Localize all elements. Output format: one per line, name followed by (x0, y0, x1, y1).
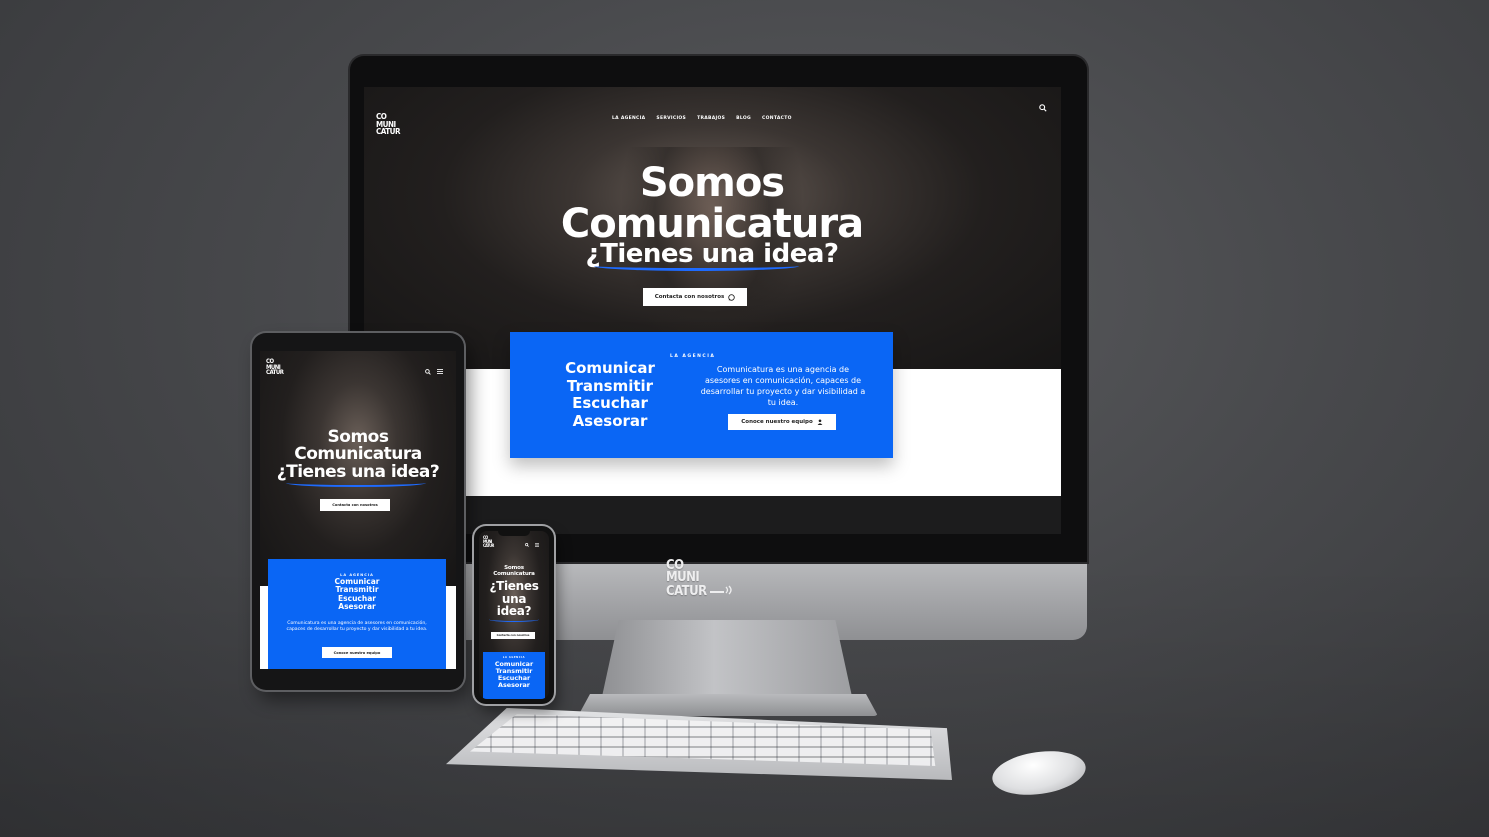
tablet-logo[interactable]: CO MUNI CATUR (266, 359, 284, 376)
phone-notch (498, 530, 530, 536)
nav-item-blog[interactable]: BLOG (736, 116, 751, 121)
tablet-team-button[interactable]: Conoce nuestro equipo (322, 647, 392, 658)
person-icon (817, 419, 823, 425)
agency-verbs: Comunicar Transmitir Escuchar Asesorar (546, 359, 674, 431)
agency-card: Comunicar Transmitir Escuchar Asesorar L… (510, 332, 893, 458)
phone-logo[interactable]: CO MUNI CATUR (483, 536, 494, 547)
verb-comunicar: Comunicar (565, 359, 655, 377)
phone-hero-question: ¿Tienes una idea? (489, 579, 539, 619)
sound-waves-icon (710, 585, 732, 595)
nav-item-trabajos[interactable]: TRABAJOS (697, 116, 725, 121)
hero-underline (594, 261, 799, 271)
hamburger-menu-icon[interactable] (437, 369, 443, 374)
agency-description: Comunicatura es una agencia de asesores … (700, 365, 866, 408)
section-label: LA AGENCIA (670, 354, 716, 359)
tablet-description: Comunicatura es una agencia de asesores … (286, 621, 428, 633)
nav-item-contacto[interactable]: CONTACTO (762, 116, 792, 121)
nav-item-la-agencia[interactable]: LA AGENCIA (612, 116, 645, 121)
whatsapp-icon (728, 293, 736, 301)
imac-dark-footer-area (364, 496, 1061, 534)
verb-asesorar: Asesorar (572, 412, 648, 431)
tablet-contact-button[interactable]: Contacta con nosotros (320, 499, 390, 511)
nav-item-servicios[interactable]: SERVICIOS (656, 116, 686, 121)
phone-screen: CO MUNI CATUR Somos Comunicatura ¿Tienes… (479, 531, 549, 699)
main-nav: LA AGENCIA SERVICIOS TRABAJOS BLOG CONTA… (612, 116, 792, 121)
tablet-hero-underline (286, 479, 426, 487)
phone-hero-heading: Somos Comunicatura (493, 565, 535, 577)
contact-button[interactable]: Contacta con nosotros (643, 288, 747, 306)
phone-contact-button[interactable]: Contacta con nosotros (491, 632, 535, 639)
imac-stand-foot (578, 694, 878, 716)
team-button[interactable]: Conoce nuestro equipo (728, 414, 836, 430)
hero-line-somos: Somos (639, 160, 785, 206)
search-icon[interactable] (1039, 104, 1047, 112)
tablet-verbs: Comunicar Transmitir Escuchar Asesorar (334, 577, 380, 612)
phone-agency-card: LA AGENCIA Comunicar Transmitir Escuchar… (483, 652, 545, 699)
phone-hero-underline (489, 617, 539, 622)
imac-chin-logo: CO MUNI CATUR (666, 559, 734, 598)
tablet-agency-card: LA AGENCIA Comunicar Transmitir Escuchar… (268, 559, 446, 669)
hero-heading: Somos Comunicatura (512, 163, 912, 245)
phone-verbs: Comunicar Transmitir Escuchar Asesorar (494, 660, 534, 690)
verb-escuchar: Escuchar (572, 394, 648, 413)
imac-screen: CO MUNI CATUR LA AGENCIA SERVICIOS TRABA… (364, 87, 1061, 534)
phone-section-label: LA AGENCIA (502, 656, 526, 659)
search-icon[interactable] (425, 369, 431, 375)
hamburger-menu-icon[interactable] (535, 543, 539, 547)
verb-transmitir: Transmitir (566, 376, 654, 395)
tablet-screen: CO MUNI CATUR Somos Comunicatura ¿Tienes… (260, 351, 456, 669)
site-logo[interactable]: CO MUNI CATUR (376, 113, 401, 136)
tablet-hero-heading: Somos Comunicatura ¿Tienes una idea? (276, 427, 440, 482)
search-icon[interactable] (525, 543, 529, 547)
